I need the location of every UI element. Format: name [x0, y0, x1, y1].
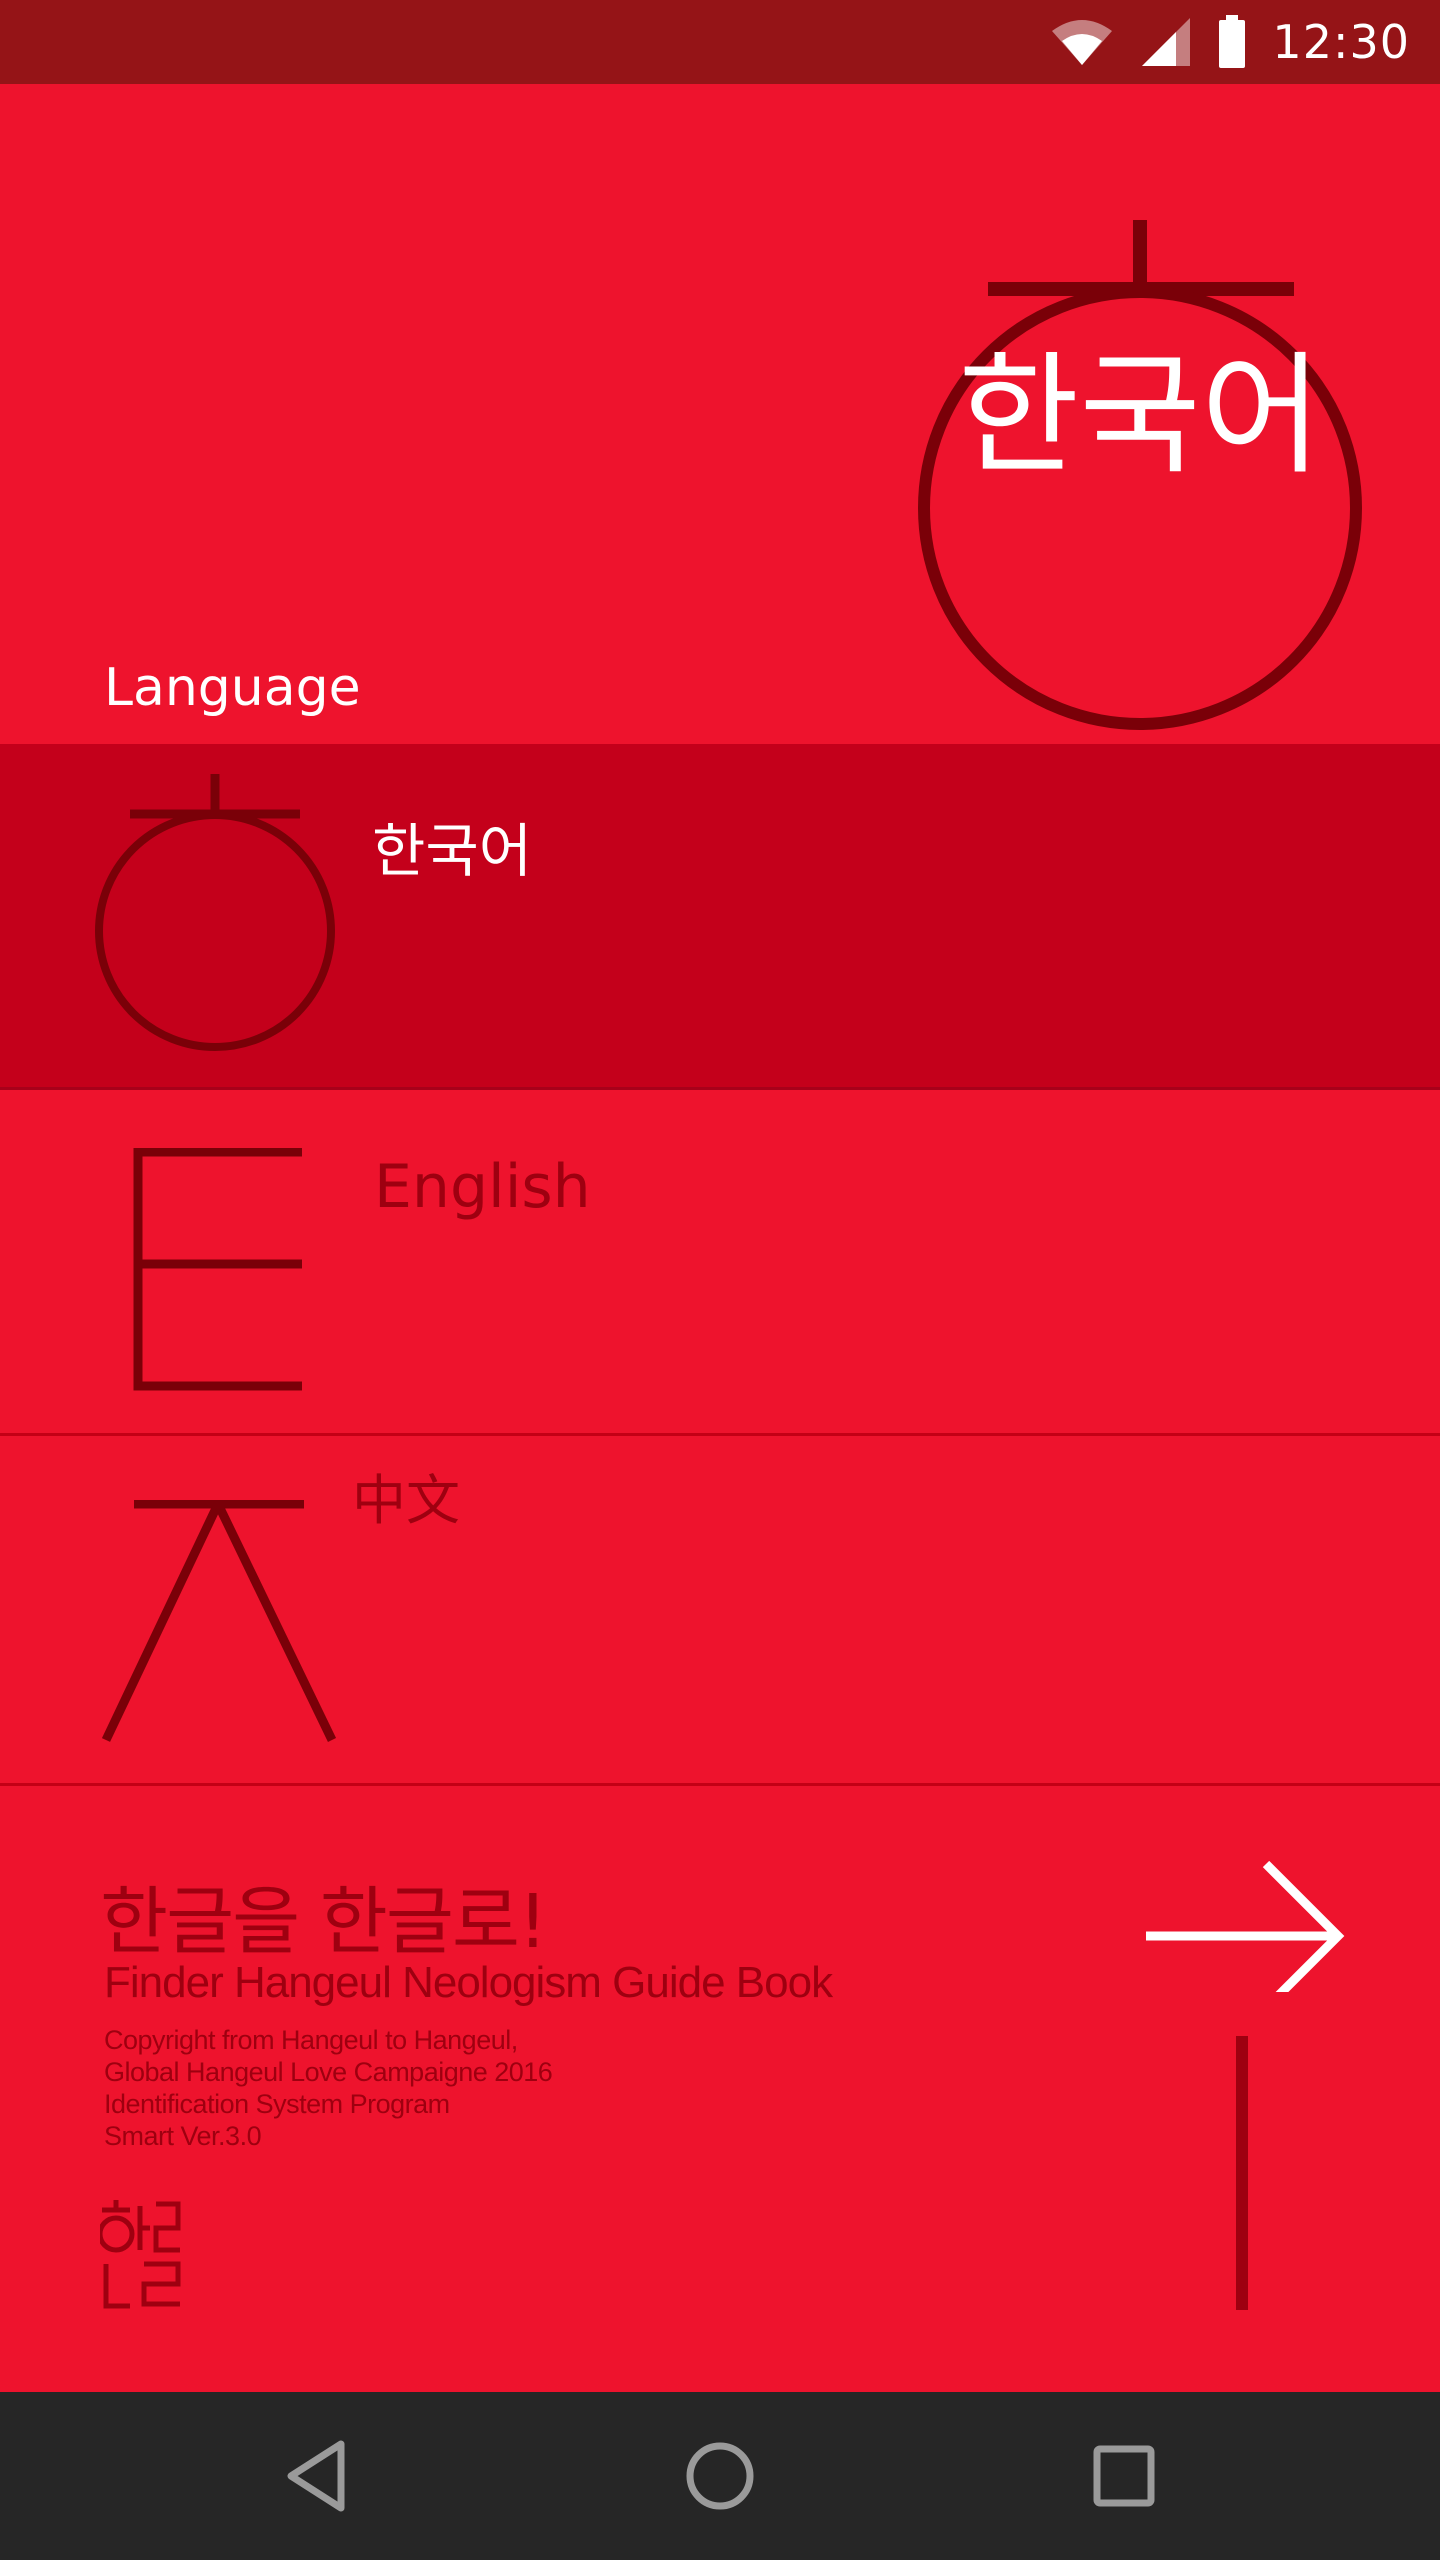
language-label-chinese: 中文	[352, 1469, 460, 1532]
back-icon	[287, 2440, 345, 2512]
korean-hieut-glyph-icon	[94, 774, 344, 1069]
copyright-line: Identification System Program	[104, 2089, 450, 2119]
language-label-korean: 한국어	[372, 817, 533, 885]
nav-recents-button[interactable]	[1044, 2392, 1204, 2560]
nav-home-button[interactable]	[640, 2392, 800, 2560]
app-subtitle: Finder Hangeul Neologism Guide Book	[104, 1958, 833, 2007]
cellular-signal-icon	[1140, 16, 1192, 68]
hero-header: 한국어 Language	[0, 84, 1440, 744]
status-time: 12:30	[1272, 15, 1410, 69]
arrow-right-icon	[1146, 1860, 1345, 2012]
copyright-line: Copyright from Hangeul to Hangeul,	[104, 2025, 518, 2055]
copyright-line: Smart Ver.3.0	[104, 2121, 262, 2151]
language-label-english: English	[374, 1152, 591, 1222]
slogan-text: 한글을 한글로!	[100, 1879, 548, 1965]
english-e-glyph-icon	[130, 1147, 310, 1403]
system-navigation-bar	[0, 2392, 1440, 2560]
nav-back-button[interactable]	[236, 2392, 396, 2560]
footer-info: 한글을 한글로! Finder Hangeul Neologism Guide …	[0, 1786, 1440, 2392]
copyright-line: Global Hangeul Love Campaigne 2016	[104, 2057, 553, 2087]
current-language-label: 한국어	[957, 339, 1323, 493]
next-arrow-button[interactable]	[1130, 1822, 1350, 2012]
decorative-vertical-bar	[1236, 2036, 1248, 2310]
copyright-text: Copyright from Hangeul to Hangeul, Globa…	[104, 2024, 553, 2152]
battery-icon	[1218, 15, 1246, 69]
recents-icon	[1093, 2445, 1155, 2507]
app-screen: 12:30 한국어 Language 한국어 English 中文 한글을 한글…	[0, 0, 1440, 2560]
language-option-korean[interactable]: 한국어	[0, 744, 1440, 1090]
wifi-icon	[1050, 17, 1114, 67]
hangeul-logo-icon	[97, 2198, 184, 2315]
language-heading: Language	[104, 658, 361, 718]
language-option-english[interactable]: English	[0, 1090, 1440, 1436]
home-icon	[686, 2442, 754, 2510]
status-bar: 12:30	[0, 0, 1440, 84]
chinese-jieut-glyph-icon	[100, 1499, 350, 1785]
language-option-chinese[interactable]: 中文	[0, 1436, 1440, 1786]
